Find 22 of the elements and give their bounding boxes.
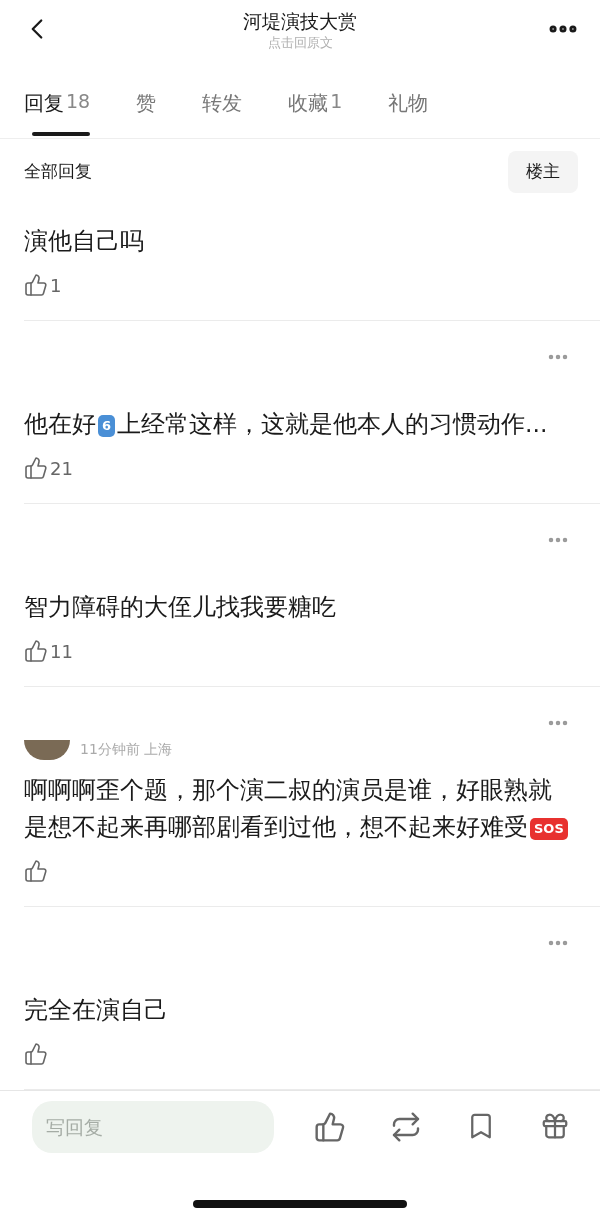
comment-text: 啊啊啊歪个题，那个演二叔的演员是谁，好眼熟就是想不起来再哪部剧看到过他，想不起来好难受 SOS (24, 772, 570, 847)
comment-text: 完全在演自己 (24, 995, 169, 1027)
repost-icon[interactable] (390, 1111, 422, 1144)
like-count: 1 (50, 274, 62, 296)
like-count: 11 (50, 640, 73, 662)
like-icon[interactable] (24, 456, 48, 481)
post-title: 河堤演技大赏 (243, 8, 357, 34)
like-icon[interactable] (24, 273, 48, 298)
like-icon[interactable] (24, 1042, 48, 1067)
like-icon[interactable] (314, 1111, 346, 1144)
comment-text: 智力障碍的大侄儿找我要糖吃 (24, 592, 337, 624)
reply-input[interactable]: 写回复 (32, 1101, 274, 1154)
tab[interactable]: 回复 18 (24, 79, 91, 138)
comment-text: 他在好 6 上经常这样，这就是他本人的习惯动作... (24, 409, 549, 441)
avatar[interactable] (24, 740, 70, 761)
comment-text: 演他自己吗 (24, 226, 145, 258)
author-filter-button[interactable]: 楼主 (508, 150, 578, 193)
like-icon[interactable] (24, 639, 48, 664)
filter-label: 全部回复 (24, 160, 92, 184)
comment-meta: 11分钟前 上海 (80, 741, 173, 760)
like-count: 21 (50, 457, 73, 479)
like-icon[interactable] (24, 859, 48, 884)
